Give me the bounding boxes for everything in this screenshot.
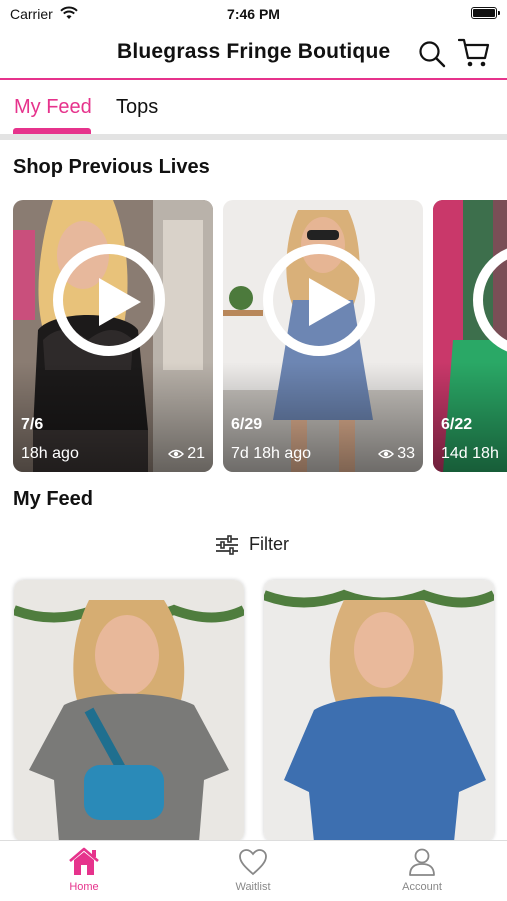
tab-tops[interactable]: Tops bbox=[116, 96, 158, 119]
cart-icon[interactable] bbox=[457, 38, 490, 73]
nav-waitlist[interactable]: Waitlist bbox=[193, 847, 313, 893]
previous-lives-carousel[interactable]: 7/6 18h ago 21 6/29 7d 18h ago 33 6/22 1… bbox=[0, 200, 507, 472]
product-image bbox=[264, 580, 494, 842]
home-icon bbox=[69, 847, 99, 875]
product-card[interactable] bbox=[264, 580, 494, 842]
person-icon bbox=[409, 848, 435, 876]
nav-account-label: Account bbox=[402, 881, 442, 893]
live-video-card[interactable]: 6/29 7d 18h ago 33 bbox=[223, 200, 423, 472]
live-date: 6/29 bbox=[231, 416, 263, 433]
play-icon[interactable] bbox=[263, 244, 375, 356]
product-image bbox=[14, 580, 244, 842]
clock: 7:46 PM bbox=[227, 6, 280, 22]
nav-account[interactable]: Account bbox=[362, 847, 482, 893]
tabs-divider bbox=[0, 134, 507, 140]
store-title: Bluegrass Fringe Boutique bbox=[117, 40, 391, 63]
bottom-nav: Home Waitlist Account bbox=[0, 840, 507, 901]
eye-icon bbox=[378, 449, 395, 459]
tab-my-feed[interactable]: My Feed bbox=[14, 96, 92, 119]
battery-icon bbox=[471, 7, 500, 19]
status-bar: Carrier 7:46 PM bbox=[0, 0, 507, 28]
nav-home-label: Home bbox=[69, 881, 99, 893]
play-icon[interactable] bbox=[53, 244, 165, 356]
live-video-card[interactable]: 7/6 18h ago 21 bbox=[13, 200, 213, 472]
live-video-card[interactable]: 6/22 14d 18h bbox=[433, 200, 507, 472]
live-date: 7/6 bbox=[21, 416, 44, 433]
live-time-ago: 7d 18h ago bbox=[231, 445, 312, 462]
my-feed-title: My Feed bbox=[13, 488, 94, 510]
product-card[interactable] bbox=[14, 580, 244, 842]
view-count: 33 bbox=[397, 445, 415, 462]
live-time-ago: 14d 18h bbox=[441, 445, 499, 462]
view-count: 21 bbox=[187, 445, 205, 462]
nav-waitlist-label: Waitlist bbox=[235, 881, 271, 893]
app-header: Bluegrass Fringe Boutique bbox=[0, 30, 507, 78]
live-date: 6/22 bbox=[441, 416, 473, 433]
search-icon[interactable] bbox=[418, 40, 446, 73]
live-time-ago: 18h ago bbox=[21, 445, 79, 462]
filter-label: Filter bbox=[249, 534, 289, 554]
sliders-icon bbox=[216, 534, 238, 555]
header-divider bbox=[0, 78, 507, 80]
filter-button[interactable]: Filter bbox=[215, 534, 289, 555]
nav-home[interactable]: Home bbox=[24, 847, 144, 893]
previous-lives-title: Shop Previous Lives bbox=[13, 156, 210, 178]
heart-icon bbox=[239, 849, 267, 876]
eye-icon bbox=[168, 449, 185, 459]
